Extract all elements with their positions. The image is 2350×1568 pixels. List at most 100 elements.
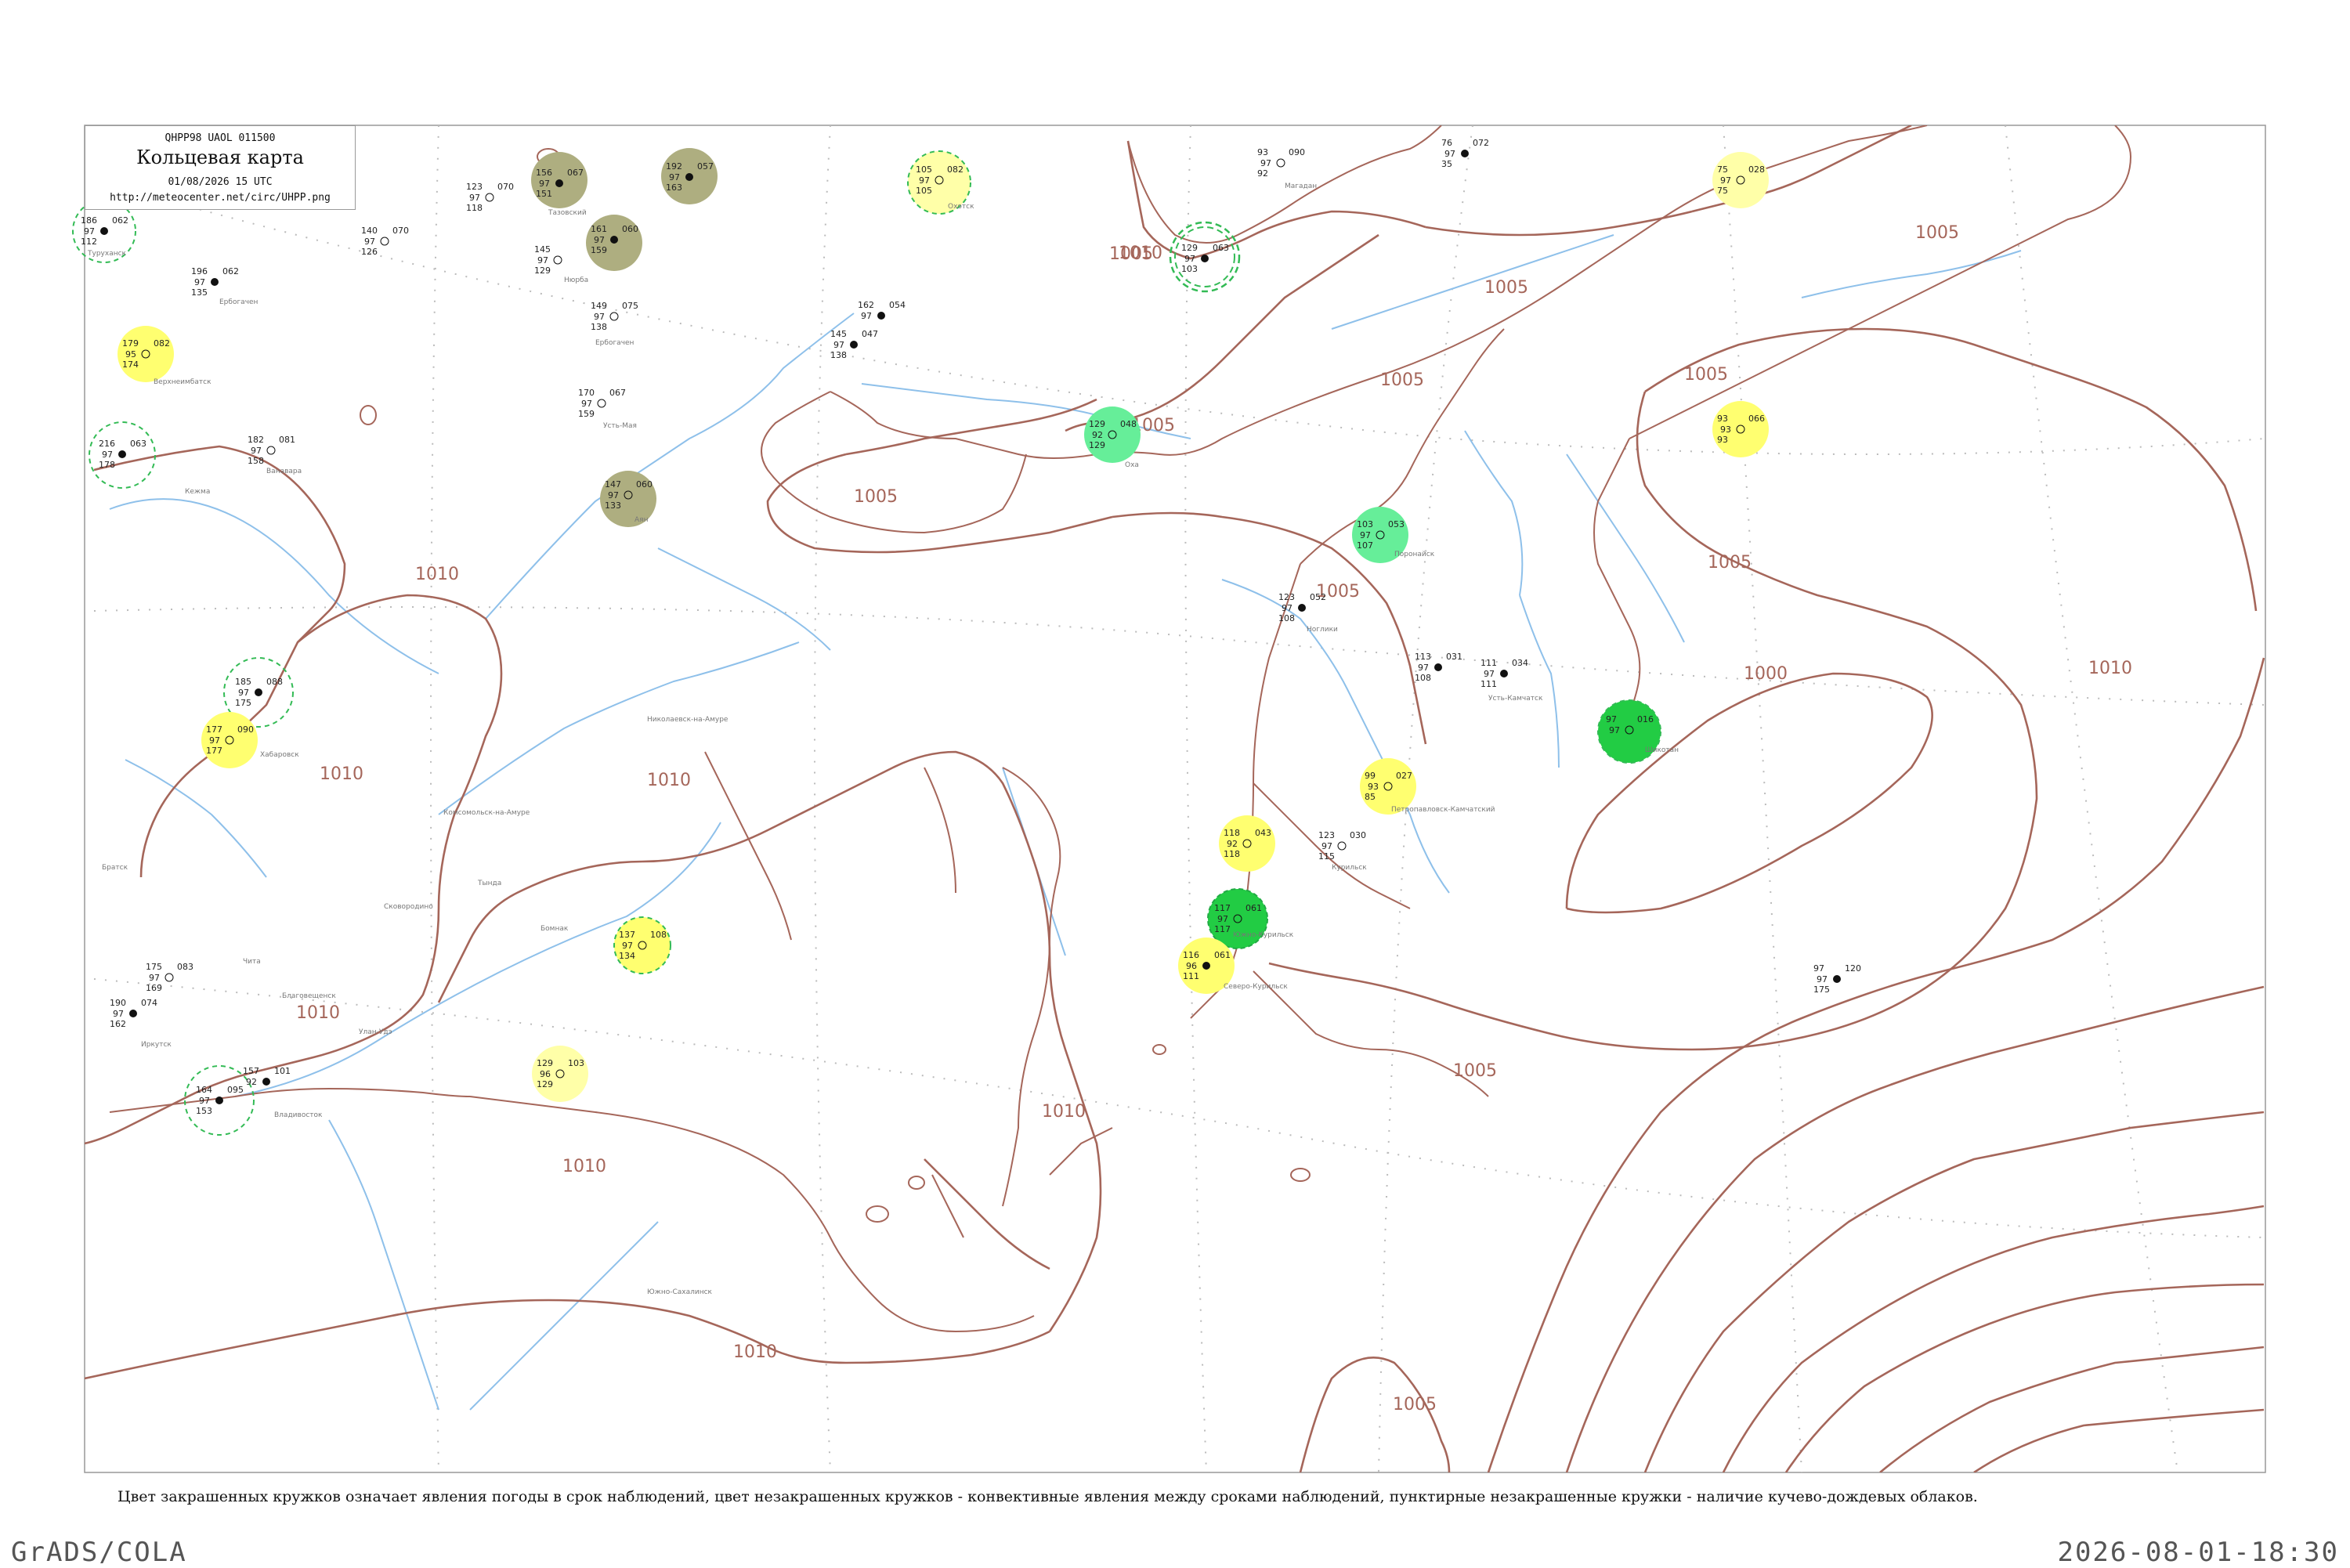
city-label: Петропавловск-Камчатский bbox=[1391, 806, 1495, 814]
svg-text:156: 156 bbox=[536, 168, 552, 178]
svg-text:170: 170 bbox=[578, 388, 595, 398]
city-label: Аян bbox=[634, 516, 649, 524]
svg-text:97: 97 bbox=[608, 490, 619, 500]
svg-text:052: 052 bbox=[1310, 592, 1326, 602]
svg-text:97: 97 bbox=[581, 399, 592, 409]
svg-text:97: 97 bbox=[1282, 603, 1292, 613]
svg-text:162: 162 bbox=[858, 300, 874, 310]
svg-text:137: 137 bbox=[619, 930, 635, 940]
svg-text:97: 97 bbox=[113, 1009, 124, 1019]
svg-text:162: 162 bbox=[110, 1019, 126, 1029]
svg-text:120: 120 bbox=[1845, 963, 1861, 974]
isobar-label: 1010 bbox=[296, 1003, 340, 1023]
svg-text:97: 97 bbox=[1609, 725, 1620, 735]
svg-text:175: 175 bbox=[235, 698, 251, 708]
isobar-label: 1005 bbox=[1684, 365, 1728, 385]
svg-text:216: 216 bbox=[99, 439, 115, 449]
svg-text:103: 103 bbox=[568, 1058, 584, 1068]
svg-text:169: 169 bbox=[146, 983, 162, 993]
svg-text:75: 75 bbox=[1717, 186, 1728, 196]
svg-text:153: 153 bbox=[196, 1106, 212, 1116]
svg-text:067: 067 bbox=[609, 388, 626, 398]
isobar-label: 1005 bbox=[1453, 1061, 1497, 1081]
city-label: Оха bbox=[1125, 461, 1139, 469]
city-label: Комсомольск-на-Амуре bbox=[443, 809, 530, 817]
svg-text:97: 97 bbox=[1444, 149, 1455, 159]
svg-text:140: 140 bbox=[361, 226, 378, 236]
map-header-box: QHPP98 UAOL 011500 Кольцевая карта 01/08… bbox=[85, 125, 356, 210]
svg-text:96: 96 bbox=[1186, 961, 1197, 971]
footer-software: GrADS/COLA bbox=[11, 1537, 187, 1568]
svg-text:072: 072 bbox=[1473, 138, 1489, 148]
isobar-label: 1010 bbox=[415, 565, 459, 584]
svg-text:135: 135 bbox=[191, 287, 208, 298]
svg-text:93: 93 bbox=[1717, 414, 1728, 424]
svg-text:95: 95 bbox=[125, 349, 136, 359]
city-label: Нюрба bbox=[564, 276, 588, 284]
svg-text:93: 93 bbox=[1257, 147, 1268, 157]
svg-text:090: 090 bbox=[1289, 147, 1305, 157]
svg-text:97: 97 bbox=[1217, 914, 1228, 924]
svg-text:161: 161 bbox=[591, 224, 607, 234]
map-url[interactable]: http://meteocenter.net/circ/UHPP.png bbox=[85, 192, 355, 204]
isobar-label: 1005 bbox=[854, 487, 898, 507]
svg-text:93: 93 bbox=[1368, 782, 1379, 792]
svg-text:108: 108 bbox=[1415, 673, 1431, 683]
city-label: Чита bbox=[243, 958, 261, 966]
svg-text:123: 123 bbox=[466, 182, 483, 192]
svg-text:75: 75 bbox=[1717, 164, 1728, 175]
svg-text:074: 074 bbox=[141, 998, 157, 1008]
svg-text:174: 174 bbox=[122, 359, 139, 370]
svg-text:108: 108 bbox=[1278, 613, 1295, 623]
svg-text:85: 85 bbox=[1365, 792, 1376, 802]
svg-text:057: 057 bbox=[697, 161, 714, 172]
svg-text:99: 99 bbox=[1365, 771, 1376, 781]
svg-text:97: 97 bbox=[919, 175, 930, 186]
svg-text:186: 186 bbox=[81, 215, 97, 226]
svg-text:97: 97 bbox=[251, 446, 262, 456]
svg-text:163: 163 bbox=[666, 182, 682, 193]
svg-text:97: 97 bbox=[1606, 714, 1617, 724]
svg-text:117: 117 bbox=[1214, 903, 1231, 913]
svg-text:129: 129 bbox=[1089, 440, 1105, 450]
city-label: Улан-Удэ bbox=[359, 1028, 392, 1036]
svg-text:016: 016 bbox=[1637, 714, 1654, 724]
svg-text:062: 062 bbox=[112, 215, 128, 226]
svg-text:118: 118 bbox=[1224, 849, 1240, 859]
city-label: Туруханск bbox=[87, 250, 127, 258]
svg-text:081: 081 bbox=[279, 435, 295, 445]
isobar-label: 1010 bbox=[2088, 659, 2132, 678]
svg-text:070: 070 bbox=[392, 226, 409, 236]
city-label: Северо-Курильск bbox=[1224, 983, 1288, 991]
svg-text:97: 97 bbox=[364, 237, 375, 247]
svg-text:97: 97 bbox=[1813, 963, 1824, 974]
svg-text:061: 061 bbox=[1246, 903, 1262, 913]
svg-text:126: 126 bbox=[361, 247, 378, 257]
svg-text:034: 034 bbox=[1512, 658, 1528, 668]
city-label: Благовещенск bbox=[282, 992, 336, 1000]
city-label: Ербогачен bbox=[219, 298, 258, 306]
svg-text:118: 118 bbox=[1224, 828, 1240, 838]
svg-text:97: 97 bbox=[469, 193, 480, 203]
svg-text:97: 97 bbox=[1817, 974, 1828, 985]
svg-text:082: 082 bbox=[154, 338, 170, 349]
svg-text:103: 103 bbox=[1357, 519, 1373, 529]
svg-text:088: 088 bbox=[266, 677, 283, 687]
svg-text:151: 151 bbox=[536, 189, 552, 199]
svg-text:177: 177 bbox=[206, 724, 222, 735]
svg-text:97: 97 bbox=[238, 688, 249, 698]
city-label: Бомнак bbox=[540, 925, 569, 933]
city-label: Охотск bbox=[948, 203, 974, 211]
svg-text:182: 182 bbox=[248, 435, 264, 445]
city-label: Сковородино bbox=[384, 903, 433, 911]
city-label: Ванавара bbox=[266, 468, 302, 475]
svg-text:103: 103 bbox=[1181, 264, 1198, 274]
footer-timestamp: 2026-08-01-18:30 bbox=[2057, 1537, 2339, 1568]
svg-text:93: 93 bbox=[1720, 425, 1731, 435]
svg-text:97: 97 bbox=[1720, 175, 1731, 186]
svg-text:97: 97 bbox=[1484, 669, 1495, 679]
svg-text:115: 115 bbox=[1318, 851, 1335, 862]
svg-text:118: 118 bbox=[466, 203, 483, 213]
city-label: Тазовский bbox=[548, 209, 587, 217]
svg-text:93: 93 bbox=[1717, 435, 1728, 445]
